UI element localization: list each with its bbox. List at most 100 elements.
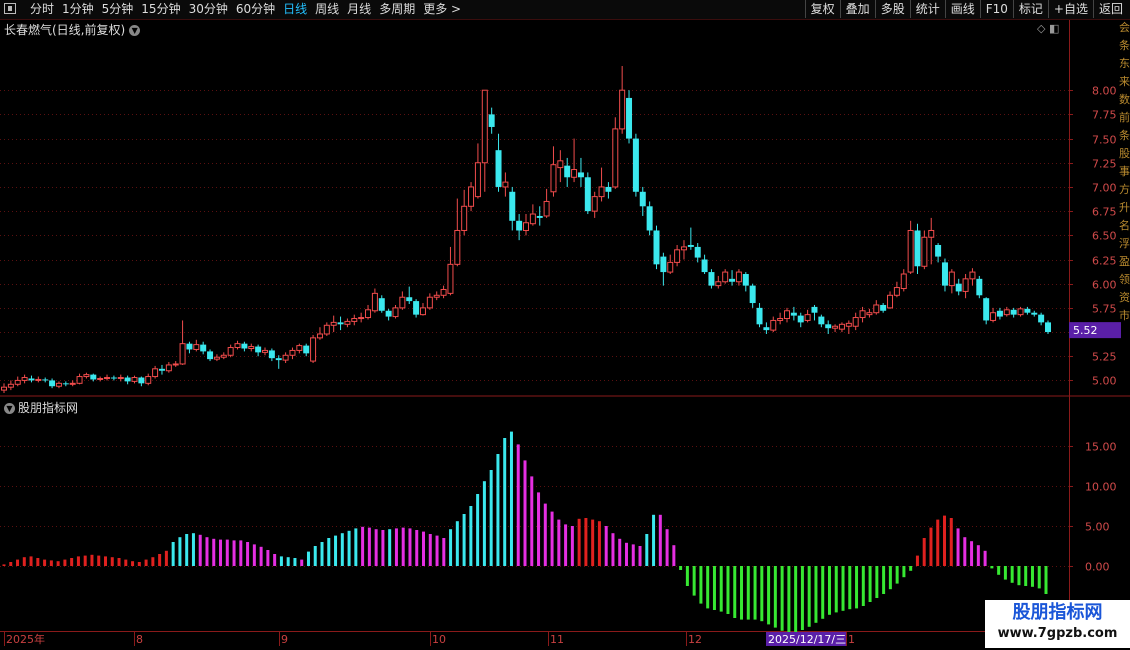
strip-char-7[interactable]: 股 [1119, 146, 1130, 162]
indicator-bar [232, 540, 236, 566]
candle-body [866, 312, 873, 316]
indicator-bar [320, 542, 324, 566]
strip-char-8[interactable]: 事 [1119, 164, 1130, 180]
candle-body [426, 296, 433, 309]
price-tick-label: 7.75 [1092, 109, 1117, 122]
indicator-bar [564, 524, 568, 566]
candle-body [83, 374, 90, 378]
indicator-bar [983, 550, 987, 566]
candle-body [1024, 308, 1031, 313]
indicator-bar [205, 537, 209, 566]
indicator-bar [976, 545, 980, 566]
indicator-tick-label: 5.00 [1085, 521, 1110, 534]
indicator-bar [692, 566, 696, 596]
date-label: 8 [136, 633, 143, 646]
indicator-bar [645, 534, 649, 566]
candle-body [447, 263, 454, 294]
indicator-bar [733, 566, 737, 618]
indicator-bar [909, 566, 913, 571]
indicator-bar [97, 555, 101, 566]
candle-body [770, 319, 777, 331]
candle-body [406, 297, 413, 302]
strip-char-11[interactable]: 名 [1119, 218, 1130, 234]
candle-body [200, 344, 207, 352]
strip-char-15[interactable]: 资 [1119, 290, 1130, 306]
date-label: 11 [550, 633, 564, 646]
indicator-bar [537, 492, 541, 566]
indicator-bar [1017, 566, 1021, 586]
indicator-bar [875, 566, 879, 598]
indicator-bar [489, 470, 493, 566]
indicator-bar [1030, 566, 1034, 587]
watermark-url: www.7gpzb.com [997, 626, 1118, 641]
candle-body [419, 307, 426, 316]
strip-char-1[interactable]: 条 [1119, 38, 1130, 54]
indicator-bar [740, 566, 744, 620]
indicator-bar [83, 555, 87, 566]
strip-char-16[interactable]: 市 [1119, 308, 1130, 324]
right-info-strip: 会条东来数前条股事方升名浮盈领资市 [1119, 20, 1130, 395]
chevron-down-icon[interactable]: ▼ [4, 403, 15, 414]
candle-body [626, 97, 633, 139]
strip-char-14[interactable]: 领 [1119, 272, 1130, 288]
candle-body [69, 382, 76, 385]
indicator-bar [334, 535, 338, 566]
indicator-bar [2, 564, 6, 566]
indicator-bar [422, 531, 426, 566]
price-tick-label: 6.00 [1092, 279, 1117, 292]
indicator-bar [198, 534, 202, 566]
candle-body [907, 229, 914, 273]
candle-body [392, 307, 399, 318]
indicator-bar [902, 566, 906, 578]
candle-body [268, 350, 275, 359]
indicator-bar [401, 527, 405, 566]
candle-body [749, 285, 756, 304]
indicator-bar [597, 521, 601, 566]
strip-char-6[interactable]: 条 [1119, 128, 1130, 144]
candle-body [323, 324, 330, 335]
strip-char-10[interactable]: 升 [1119, 200, 1130, 216]
indicator-bar [469, 506, 473, 566]
price-tick-label: 5.25 [1092, 351, 1117, 364]
candle-body [955, 283, 962, 292]
candle-body [612, 128, 619, 188]
candle-body [852, 317, 859, 327]
indicator-bar [49, 560, 53, 566]
strip-char-0[interactable]: 会 [1119, 20, 1130, 36]
indicator-bar [117, 558, 121, 566]
candle-body [990, 312, 997, 321]
candle-body [296, 345, 303, 351]
candle-body [976, 278, 983, 296]
candle-body [653, 230, 660, 265]
strip-char-12[interactable]: 浮 [1119, 236, 1130, 252]
indicator-bar [956, 528, 960, 566]
indicator-bar [895, 566, 899, 584]
strip-char-2[interactable]: 东 [1119, 56, 1130, 72]
indicator-bar [9, 562, 13, 566]
indicator-bar [503, 438, 507, 566]
indicator-bar [936, 519, 940, 566]
candle-body [900, 273, 907, 290]
strip-char-13[interactable]: 盈 [1119, 254, 1130, 270]
candle-body [859, 310, 866, 319]
indicator-bar [164, 550, 168, 566]
indicator-bar [191, 533, 195, 566]
candle-body [784, 310, 790, 320]
indicator-bar [381, 530, 385, 566]
strip-char-5[interactable]: 前 [1119, 110, 1130, 126]
candle-body [962, 278, 969, 292]
indicator-bar [868, 566, 872, 602]
candle-body [337, 322, 344, 325]
strip-char-9[interactable]: 方 [1119, 182, 1130, 198]
candle-body [330, 321, 337, 326]
indicator-bar [1010, 566, 1014, 583]
strip-char-3[interactable]: 来 [1119, 74, 1130, 90]
indicator-bar [584, 518, 588, 566]
strip-char-4[interactable]: 数 [1119, 92, 1130, 108]
candle-body [722, 271, 729, 283]
indicator-bar [428, 534, 432, 566]
indicator-bar [631, 544, 635, 566]
indicator-bar [624, 542, 628, 566]
candle-body [825, 324, 832, 329]
indicator-bar [327, 538, 331, 566]
